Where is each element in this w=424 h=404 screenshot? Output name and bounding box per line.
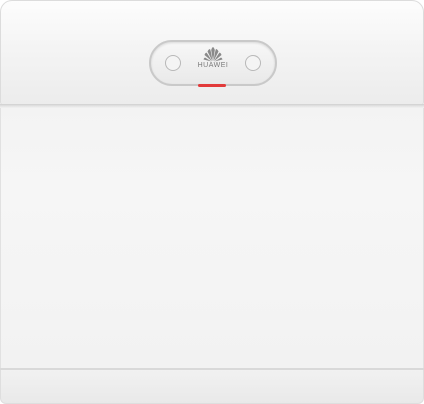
status-led-indicator: [198, 84, 226, 87]
right-indicator-icon: [245, 55, 261, 71]
brand-badge: HUAWEI: [149, 40, 277, 86]
device-base: [0, 370, 424, 404]
battery-module-device: HUAWEI: [0, 0, 424, 404]
brand-logo: HUAWEI: [195, 46, 231, 82]
brand-name: HUAWEI: [197, 62, 229, 69]
huawei-petal-logo-icon: [203, 47, 223, 62]
left-indicator-icon: [165, 55, 181, 71]
device-front-panel: [0, 108, 424, 370]
